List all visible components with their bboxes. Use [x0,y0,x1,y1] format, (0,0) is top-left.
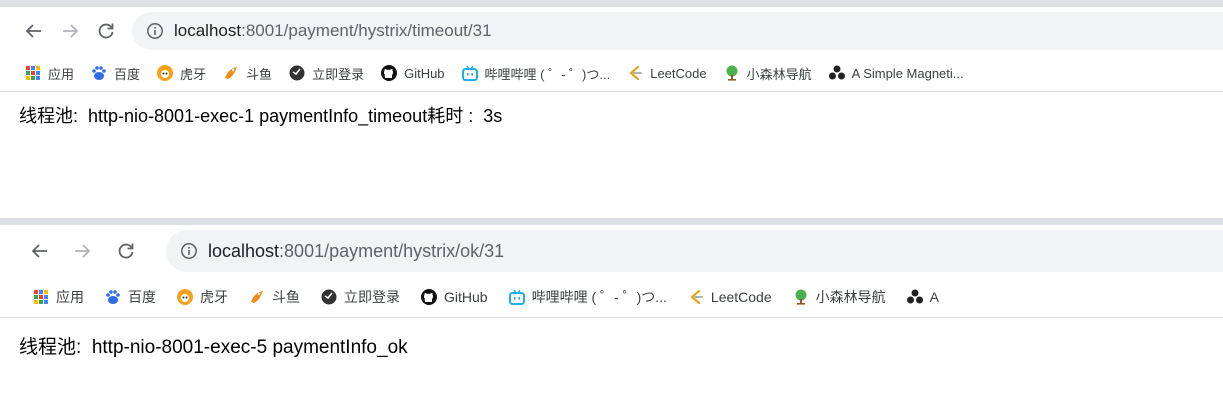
bookmark-label: 斗鱼 [272,289,300,305]
info-icon[interactable] [180,242,198,260]
bookmark-apps[interactable]: 应用 [32,287,84,307]
bookmark-label: A [929,289,939,305]
url-text[interactable]: localhost:8001/payment/hystrix/timeout/3… [174,21,492,41]
huya-icon [176,288,194,306]
back-button[interactable] [20,233,60,269]
bookmark-apps[interactable]: 应用 [24,64,74,83]
bookmark-leetcode[interactable]: LeetCode [687,288,772,306]
bookmark-magnet[interactable]: A Simple Magneti... [828,64,964,82]
bookmark-label: 立即登录 [312,66,365,82]
bookmark-magnet[interactable]: A [906,288,939,306]
info-icon[interactable] [146,22,164,40]
url-host: localhost [174,21,242,40]
huya-icon [156,64,174,82]
bookmark-label: 斗鱼 [246,66,273,82]
bookmark-baidu[interactable]: 百度 [104,287,156,307]
reload-button[interactable] [88,13,124,49]
browser-window-timeout: localhost:8001/payment/hystrix/timeout/3… [0,0,1223,200]
arrow-right-icon [63,24,79,38]
bookmarks-bar: 应用 百度 虎牙 斗鱼 立即登录 GitHub 哔哩哔哩 ( ゜- ゜)つ... [0,55,1223,92]
page-content: 线程池: http-nio-8001-exec-5 paymentInfo_ok [0,318,1223,359]
bilibili-tv-icon [508,288,526,306]
forward-button[interactable] [60,233,104,269]
tree-icon [792,288,810,306]
bookmark-label: GitHub [444,289,488,305]
arrow-left-icon [25,24,41,38]
browser-window-ok: localhost:8001/payment/hystrix/ok/31 应用 … [0,218,1223,419]
bookmark-label: 立即登录 [344,289,400,305]
bookmark-label: LeetCode [650,65,707,81]
github-icon [380,64,398,82]
address-bar[interactable]: localhost:8001/payment/hystrix/ok/31 [166,230,1223,272]
douyu-fish-icon [248,288,266,306]
bookmark-github[interactable]: GitHub [380,64,445,82]
bilibili-tv-icon [461,64,479,82]
bookmark-forest-nav[interactable]: 小森林导航 [792,287,886,307]
bookmark-label: A Simple Magneti... [851,65,964,81]
bookmark-huya[interactable]: 虎牙 [176,287,228,307]
bookmark-label: 应用 [56,289,84,305]
github-icon [420,288,438,306]
bookmark-baidu[interactable]: 百度 [90,64,140,83]
bookmark-label: 应用 [48,66,75,82]
bookmark-login[interactable]: 立即登录 [288,64,364,83]
apps-grid-icon [24,64,42,82]
leetcode-icon [687,288,705,306]
bookmark-huya[interactable]: 虎牙 [156,64,206,83]
back-button[interactable] [16,13,52,49]
bookmark-label: LeetCode [710,289,772,305]
arrow-right-icon [75,244,91,258]
dark-globe-icon [320,288,338,306]
bookmark-label: 虎牙 [200,289,228,305]
douyu-fish-icon [222,64,240,82]
bookmark-login[interactable]: 立即登录 [320,287,400,307]
magnet-icon [828,64,846,82]
bookmark-label: 百度 [128,289,156,305]
bookmark-label: 虎牙 [180,66,207,82]
bookmark-label: GitHub [404,65,445,81]
address-bar[interactable]: localhost:8001/payment/hystrix/timeout/3… [132,12,1223,50]
url-host: localhost [208,240,280,261]
bookmark-label: 哔哩哔哩 ( ゜- ゜)つ... [531,289,667,305]
response-text: 线程池: http-nio-8001-exec-1 paymentInfo_ti… [19,106,503,126]
bookmark-github[interactable]: GitHub [420,288,488,306]
url-text[interactable]: localhost:8001/payment/hystrix/ok/31 [208,241,504,262]
bookmark-label: 小森林导航 [746,66,812,82]
baidu-paw-icon [104,288,122,306]
reload-button[interactable] [104,233,148,269]
reload-icon [118,243,134,259]
navigation-bar: localhost:8001/payment/hystrix/timeout/3… [0,7,1223,55]
baidu-paw-icon [90,64,108,82]
bookmark-bilibili[interactable]: 哔哩哔哩 ( ゜- ゜)つ... [508,287,667,307]
leetcode-icon [626,64,644,82]
bookmark-douyu[interactable]: 斗鱼 [248,287,300,307]
page-content: 线程池: http-nio-8001-exec-1 paymentInfo_ti… [0,92,1223,128]
bookmarks-bar: 应用 百度 虎牙 斗鱼 立即登录 GitHub 哔哩哔哩 ( ゜- ゜)つ... [0,277,1223,318]
tab-strip-edge [0,218,1223,225]
apps-grid-icon [32,288,50,306]
reload-icon [98,23,114,39]
url-path: :8001/payment/hystrix/ok/31 [279,240,505,261]
magnet-icon [906,288,924,306]
navigation-bar: localhost:8001/payment/hystrix/ok/31 [0,225,1223,277]
bookmark-label: 小森林导航 [815,289,886,305]
arrow-left-icon [31,244,47,258]
response-text: 线程池: http-nio-8001-exec-5 paymentInfo_ok [19,337,408,358]
bookmark-forest-nav[interactable]: 小森林导航 [723,64,812,83]
url-path: :8001/payment/hystrix/timeout/31 [241,21,492,40]
bookmark-leetcode[interactable]: LeetCode [626,64,707,82]
bookmark-bilibili[interactable]: 哔哩哔哩 ( ゜- ゜)つ... [461,64,611,83]
bookmark-douyu[interactable]: 斗鱼 [222,64,272,83]
tab-strip-edge [0,0,1223,7]
dark-globe-icon [288,64,306,82]
bookmark-label: 百度 [114,66,141,82]
tree-icon [723,64,741,82]
bookmark-label: 哔哩哔哩 ( ゜- ゜)つ... [484,66,611,82]
forward-button[interactable] [52,13,88,49]
